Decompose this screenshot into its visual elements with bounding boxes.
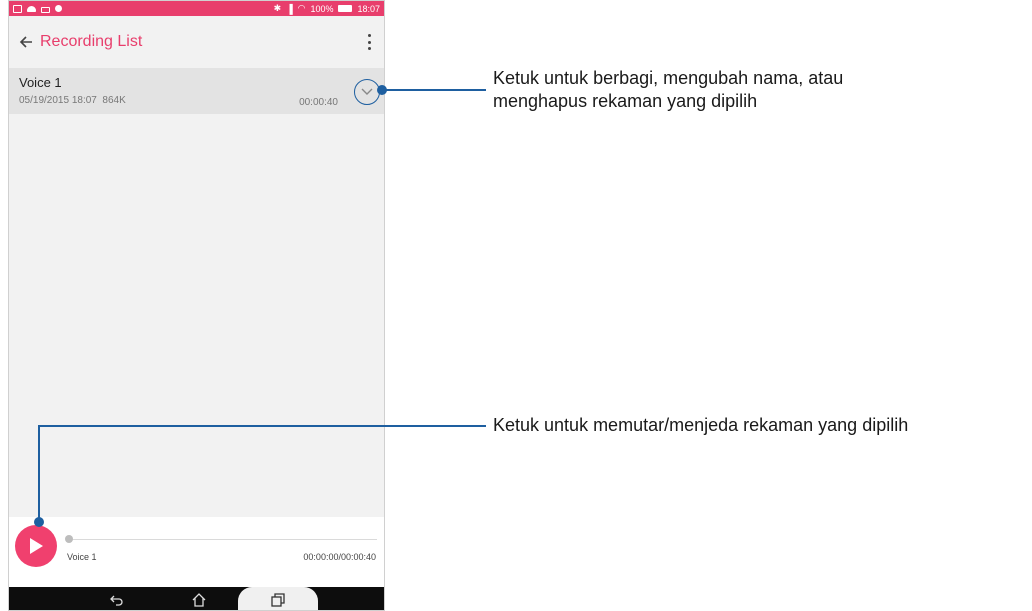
recording-name: Voice 1 [19,75,62,90]
recording-list-item[interactable]: Voice 1 05/19/2015 18:07 864K 00:00:40 [9,68,384,114]
weather-notification-icon [55,5,62,12]
overflow-menu-icon[interactable] [364,32,374,52]
nav-recents-icon[interactable] [268,590,288,610]
player-time: 00:00:00/00:00:40 [303,552,376,562]
progress-track[interactable] [67,539,377,540]
nav-back-icon[interactable] [107,590,127,610]
recording-duration: 00:00:40 [299,97,338,108]
callout-expand-line-1: Ketuk untuk berbagi, mengubah nama, atau [493,68,844,88]
wifi-icon: ◠ [297,3,306,13]
player-bar: Voice 1 00:00:00/00:00:40 [9,517,384,587]
play-icon [30,538,43,554]
callout-line-expand [385,89,486,91]
recording-meta: 05/19/2015 18:07 864K [19,95,126,106]
app-bar: Recording List [9,16,384,68]
chevron-down-icon[interactable] [354,79,380,105]
recording-date: 05/19/2015 18:07 [19,95,97,106]
back-arrow-icon[interactable] [14,30,38,54]
progress-thumb[interactable] [65,535,73,543]
callout-line-play-horizontal [38,425,486,427]
recording-size: 864K [102,95,126,106]
bluetooth-icon: ✱ [273,3,282,13]
page-title: Recording List [40,33,143,50]
battery-percent: 100% [310,3,334,14]
player-track-name: Voice 1 [67,552,97,562]
status-time: 18:07 [357,3,380,14]
callout-expand-text: Ketuk untuk berbagi, mengubah nama, atau… [493,67,843,113]
callout-expand-line-2: menghapus rekaman yang dipilih [493,91,758,111]
gallery-notification-icon [13,4,22,13]
callout-line-play-vertical [38,425,40,519]
system-status: ✱ ▐ ◠ 100% 18:07 [274,3,380,14]
lock-notification-icon [41,6,50,13]
cloud-notification-icon [27,5,36,12]
device-screen: ✱ ▐ ◠ 100% 18:07 Recording List Voice 1 … [8,0,385,611]
status-bar: ✱ ▐ ◠ 100% 18:07 [9,1,384,16]
callout-play-text: Ketuk untuk memutar/menjeda rekaman yang… [493,415,909,435]
battery-icon [338,5,353,12]
navigation-bar [9,587,384,610]
notification-icons [13,4,62,13]
vibrate-icon: ▐ [286,3,293,14]
nav-home-icon[interactable] [189,590,209,610]
play-button[interactable] [15,525,57,567]
